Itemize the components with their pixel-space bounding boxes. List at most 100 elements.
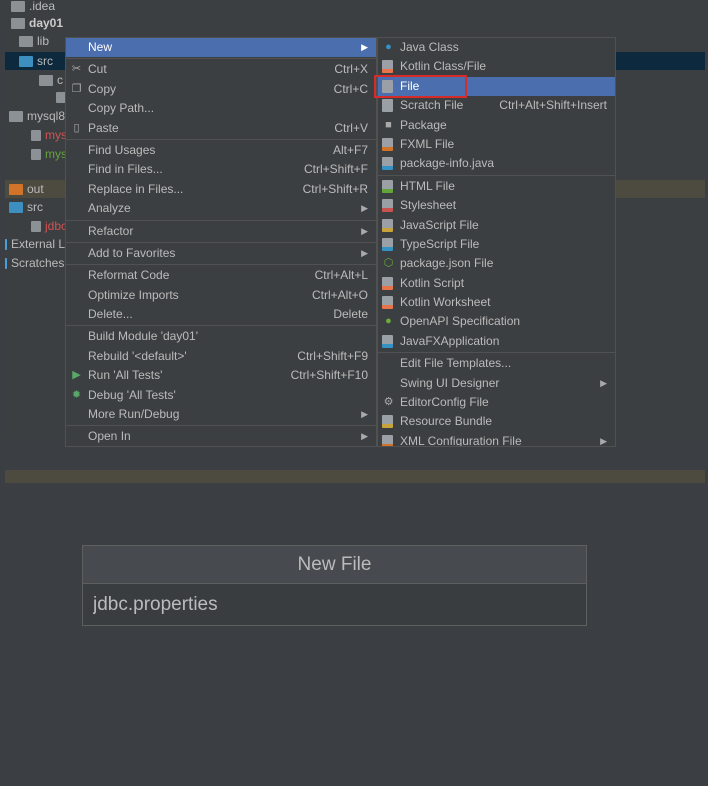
tree-item[interactable]: mysql8 <box>9 107 65 125</box>
tree-item[interactable]: src <box>19 52 53 70</box>
menu-item-editorconfig-file[interactable]: ⚙ EditorConfig File <box>378 393 615 412</box>
kotlin-worksheet-icon <box>382 296 393 310</box>
menu-item-shortcut: Ctrl+Shift+F10 <box>290 368 368 383</box>
menu-item-scratch-file[interactable]: Scratch File Ctrl+Alt+Shift+Insert <box>378 96 615 115</box>
menu-item-label: Kotlin Script <box>400 275 465 290</box>
annotation-highlight-box <box>374 75 467 98</box>
menu-separator <box>378 352 615 354</box>
menu-item-fxml-file[interactable]: FXML File <box>378 135 615 154</box>
folder-icon <box>9 110 23 122</box>
menu-separator <box>66 58 376 60</box>
menu-item-copy-path[interactable]: Copy Path... <box>66 99 376 118</box>
tree-item[interactable]: out <box>9 180 44 198</box>
menu-item-package-json-file[interactable]: ⬡ package.json File <box>378 254 615 273</box>
package-icon: ■ <box>385 118 392 131</box>
menu-item-shortcut: Ctrl+C <box>333 81 368 96</box>
menu-item-html-file[interactable]: HTML File <box>378 177 615 196</box>
folder-icon <box>9 183 23 195</box>
menu-item-label: Swing UI Designer <box>400 375 500 390</box>
menu-item-debug-all-tests[interactable]: ✹ Debug 'All Tests' <box>66 386 376 405</box>
menu-item-package[interactable]: ■ Package <box>378 116 615 135</box>
menu-item-shortcut: Ctrl+Shift+F9 <box>297 348 368 363</box>
menu-item-label: Open In <box>88 429 131 444</box>
menu-item-find-in-files[interactable]: Find in Files... Ctrl+Shift+F <box>66 160 376 179</box>
menu-separator <box>66 219 376 221</box>
nodejs-icon: ⬡ <box>383 257 394 270</box>
tree-item-label: src <box>27 200 43 214</box>
tree-item[interactable]: Scratches <box>5 254 64 272</box>
menu-item-stylesheet[interactable]: Stylesheet <box>378 196 615 215</box>
menu-item-label: Copy Path... <box>88 101 155 116</box>
menu-item-open-in[interactable]: Open In ▶ <box>66 427 376 446</box>
menu-item-shortcut: Ctrl+Shift+R <box>302 181 368 196</box>
tree-item[interactable]: mys <box>31 126 67 144</box>
tree-item-label: c <box>57 73 63 87</box>
clipboard-icon: ▯ <box>73 121 80 134</box>
javafx-icon <box>382 334 393 348</box>
tree-item[interactable]: c <box>39 71 63 89</box>
tree-item-label: mys <box>45 128 67 142</box>
menu-item-javafxapplication[interactable]: JavaFXApplication <box>378 332 615 351</box>
menu-item-run-all-tests[interactable]: ▶ Run 'All Tests' Ctrl+Shift+F10 <box>66 366 376 385</box>
menu-item-analyze[interactable]: Analyze ▶ <box>66 199 376 218</box>
tree-item[interactable]: lib <box>19 32 49 50</box>
tree-item-label: External L <box>11 237 66 251</box>
filename-input[interactable] <box>83 584 586 625</box>
menu-item-resource-bundle[interactable]: Resource Bundle <box>378 412 615 431</box>
menu-item-swing-ui-designer[interactable]: Swing UI Designer ▶ <box>378 374 615 393</box>
menu-item-find-usages[interactable]: Find Usages Alt+F7 <box>66 141 376 160</box>
menu-separator <box>66 241 376 243</box>
tree-item[interactable]: src <box>9 198 43 216</box>
menu-item-kotlin-class-file[interactable]: Kotlin Class/File <box>378 57 615 76</box>
file-icon <box>31 220 41 232</box>
tree-item[interactable]: day01 <box>11 14 63 32</box>
menu-item-xml-configuration-file[interactable]: XML Configuration File ▶ <box>378 432 615 446</box>
menu-item-rebuild-default[interactable]: Rebuild '<default>' Ctrl+Shift+F9 <box>66 347 376 366</box>
submenu-arrow-icon: ▶ <box>600 377 607 388</box>
menu-item-label: Package <box>400 117 447 132</box>
menu-item-edit-file-templates[interactable]: Edit File Templates... <box>378 354 615 373</box>
menu-item-openapi-specification[interactable]: ● OpenAPI Specification <box>378 312 615 331</box>
menu-item-kotlin-worksheet[interactable]: Kotlin Worksheet <box>378 293 615 312</box>
menu-item-more-run-debug[interactable]: More Run/Debug ▶ <box>66 405 376 424</box>
tree-item[interactable]: External L <box>5 235 65 253</box>
menu-item-package-info-java[interactable]: package-info.java <box>378 154 615 173</box>
menu-item-cut[interactable]: ✂ Cut Ctrl+X <box>66 60 376 79</box>
folder-icon <box>9 201 23 213</box>
folder-icon <box>11 0 25 12</box>
menu-item-refactor[interactable]: Refactor ▶ <box>66 222 376 241</box>
menu-item-kotlin-script[interactable]: Kotlin Script <box>378 274 615 293</box>
menu-item-label: package-info.java <box>400 156 495 171</box>
menu-item-optimize-imports[interactable]: Optimize Imports Ctrl+Alt+O <box>66 286 376 305</box>
menu-item-label: Optimize Imports <box>88 287 179 302</box>
menu-item-typescript-file[interactable]: TypeScript File <box>378 235 615 254</box>
menu-item-javascript-file[interactable]: JavaScript File <box>378 216 615 235</box>
menu-item-label: Resource Bundle <box>400 414 493 429</box>
menu-item-build-module-day01[interactable]: Build Module 'day01' <box>66 327 376 346</box>
menu-item-add-to-favorites[interactable]: Add to Favorites ▶ <box>66 244 376 263</box>
menu-item-shortcut: Ctrl+Shift+F <box>303 162 368 177</box>
js-icon <box>382 218 393 232</box>
folder-icon <box>19 35 33 47</box>
menu-separator <box>66 425 376 427</box>
tree-item[interactable]: .idea <box>11 0 55 15</box>
menu-separator <box>66 138 376 140</box>
scissors-icon: ✂ <box>71 63 82 76</box>
tree-item-label: mysql8 <box>27 109 66 123</box>
menu-item-label: JavaScript File <box>400 217 479 232</box>
menu-item-java-class[interactable]: ● Java Class <box>378 38 615 57</box>
menu-item-new[interactable]: New ▶ <box>66 38 376 58</box>
menu-item-label: Scratch File <box>400 98 464 113</box>
menu-item-reformat-code[interactable]: Reformat Code Ctrl+Alt+L <box>66 266 376 285</box>
menu-item-delete[interactable]: Delete... Delete <box>66 305 376 324</box>
menu-item-shortcut: Ctrl+Alt+Shift+Insert <box>499 98 607 113</box>
menu-item-label: Debug 'All Tests' <box>88 387 176 402</box>
html-icon <box>382 179 393 193</box>
menu-item-replace-in-files[interactable]: Replace in Files... Ctrl+Shift+R <box>66 180 376 199</box>
menu-item-label: Replace in Files... <box>88 181 184 196</box>
menu-item-paste[interactable]: ▯ Paste Ctrl+V <box>66 119 376 138</box>
submenu-arrow-icon: ▶ <box>361 409 368 420</box>
tree-item[interactable]: mys <box>31 145 67 163</box>
menu-item-copy[interactable]: ❐ Copy Ctrl+C <box>66 80 376 99</box>
tree-item-label: src <box>37 54 53 68</box>
